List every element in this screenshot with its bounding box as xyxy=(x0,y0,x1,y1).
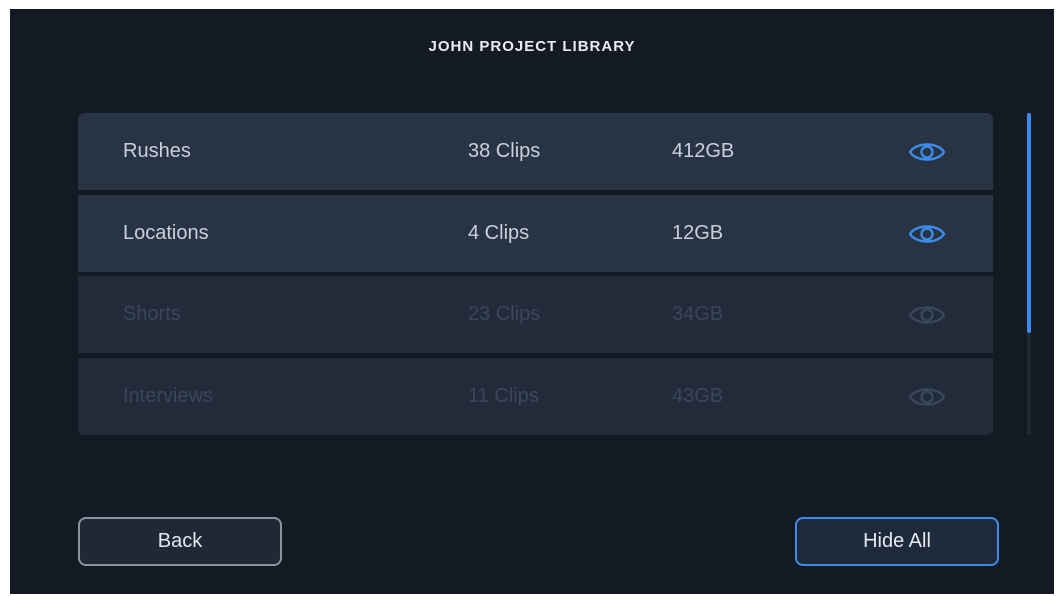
clip-count: 11 Clips xyxy=(468,385,539,407)
eye-icon[interactable] xyxy=(907,135,947,168)
bin-list: Rushes 38 Clips 412GB Locations 4 Clips … xyxy=(78,113,993,435)
bin-name: Rushes xyxy=(123,140,191,162)
eye-icon[interactable] xyxy=(907,380,947,413)
clip-count: 38 Clips xyxy=(468,140,541,162)
list-item[interactable]: Interviews 11 Clips 43GB xyxy=(78,358,993,435)
bin-size: 34GB xyxy=(672,303,724,325)
bin-name: Shorts xyxy=(123,303,181,325)
eye-icon[interactable] xyxy=(907,298,947,331)
scrollbar-thumb[interactable] xyxy=(1027,113,1031,333)
list-item[interactable]: Shorts 23 Clips 34GB xyxy=(78,276,993,353)
bin-size: 12GB xyxy=(672,222,724,244)
bin-name: Locations xyxy=(123,222,209,244)
bin-size: 43GB xyxy=(672,385,724,407)
page-title: JOHN PROJECT LIBRARY xyxy=(428,38,636,55)
list-item[interactable]: Rushes 38 Clips 412GB xyxy=(78,113,993,190)
clip-count: 4 Clips xyxy=(468,222,530,244)
clip-count: 23 Clips xyxy=(468,303,541,325)
project-library-screen: JOHN PROJECT LIBRARY Rushes 38 Clips 412… xyxy=(10,9,1054,594)
bin-size: 412GB xyxy=(672,140,735,162)
hide-all-button[interactable]: Hide All xyxy=(795,517,999,566)
back-button[interactable]: Back xyxy=(78,517,282,566)
eye-icon[interactable] xyxy=(907,217,947,250)
bin-name: Interviews xyxy=(123,385,214,407)
list-item[interactable]: Locations 4 Clips 12GB xyxy=(78,195,993,272)
scrollbar[interactable] xyxy=(1027,113,1031,435)
